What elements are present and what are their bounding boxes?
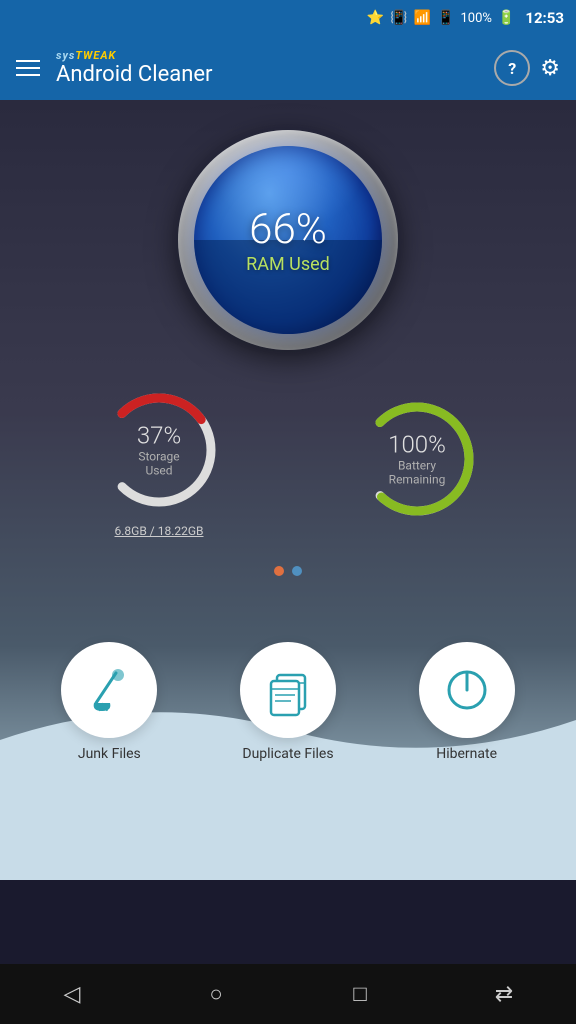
small-gauges: 37% Storage Used 6.8GB / 18.22GB 100% Ba… (0, 360, 576, 558)
wifi-icon: 📶 (414, 10, 431, 26)
duplicate-files-button[interactable]: Duplicate Files (240, 642, 336, 762)
hibernate-label: Hibernate (436, 746, 497, 762)
cast-button[interactable]: ⇄ (474, 964, 534, 1024)
battery-gauge-wrap: 100% Battery Remaining (347, 389, 487, 529)
battery-gauge-center: 100% Battery Remaining (382, 431, 452, 488)
bluetooth-icon: ⭐ (367, 10, 384, 26)
duplicate-files-circle (240, 642, 336, 738)
broom-icon (84, 665, 134, 715)
settings-button[interactable]: ⚙ (540, 55, 560, 81)
buttons-row: Junk Files Duplicate Files (0, 642, 576, 762)
app-brand: sysTWEAK (56, 49, 478, 62)
pagination-dot-2[interactable] (292, 566, 302, 576)
hibernate-button[interactable]: Hibernate (419, 642, 515, 762)
nav-bar: ◁ ○ □ ⇄ (0, 964, 576, 1024)
storage-label: Storage Used (124, 450, 194, 479)
menu-button[interactable] (16, 60, 40, 76)
battery-percent-gauge: 100% (388, 431, 446, 459)
storage-gauge-center: 37% Storage Used (124, 422, 194, 479)
status-bar: ⭐ 📳 📶 📱 100% 🔋 12:53 (0, 0, 576, 36)
power-icon (441, 664, 493, 716)
vibrate-icon: 📳 (390, 10, 407, 26)
storage-gauge[interactable]: 37% Storage Used (89, 380, 229, 520)
app-bar-actions: ? ⚙ (494, 50, 560, 86)
ram-gauge[interactable]: 66% RAM Used (178, 130, 398, 350)
sim-icon: 📱 (437, 10, 454, 26)
back-button[interactable]: ◁ (42, 964, 102, 1024)
recent-button[interactable]: □ (330, 964, 390, 1024)
ram-label: RAM Used (246, 254, 330, 275)
storage-percent: 37% (137, 422, 181, 450)
app-title-container: sysTWEAK Android Cleaner (56, 49, 478, 87)
hibernate-circle (419, 642, 515, 738)
battery-percent: 100% (460, 11, 491, 26)
gauge-outer-ring: 66% RAM Used (178, 130, 398, 350)
main-content: 66% RAM Used 37% Storage Used 6.8GB / 1 (0, 100, 576, 880)
help-button[interactable]: ? (494, 50, 530, 86)
home-button[interactable]: ○ (186, 964, 246, 1024)
ram-percent: 66% (249, 205, 327, 254)
pagination (274, 566, 302, 576)
storage-gauge-wrap: 37% Storage Used 6.8GB / 18.22GB (89, 380, 229, 538)
gauge-inner: 66% RAM Used (194, 146, 382, 334)
duplicate-files-label: Duplicate Files (242, 746, 333, 762)
files-icon (261, 663, 315, 717)
battery-gauge[interactable]: 100% Battery Remaining (347, 389, 487, 529)
app-title: Android Cleaner (56, 62, 478, 87)
pagination-dot-1[interactable] (274, 566, 284, 576)
junk-files-label: Junk Files (78, 746, 141, 762)
app-bar: sysTWEAK Android Cleaner ? ⚙ (0, 36, 576, 100)
junk-files-circle (61, 642, 157, 738)
status-time: 12:53 (525, 9, 564, 27)
battery-label: Battery Remaining (382, 459, 452, 488)
junk-files-button[interactable]: Junk Files (61, 642, 157, 762)
battery-icon: 🔋 (498, 10, 515, 26)
